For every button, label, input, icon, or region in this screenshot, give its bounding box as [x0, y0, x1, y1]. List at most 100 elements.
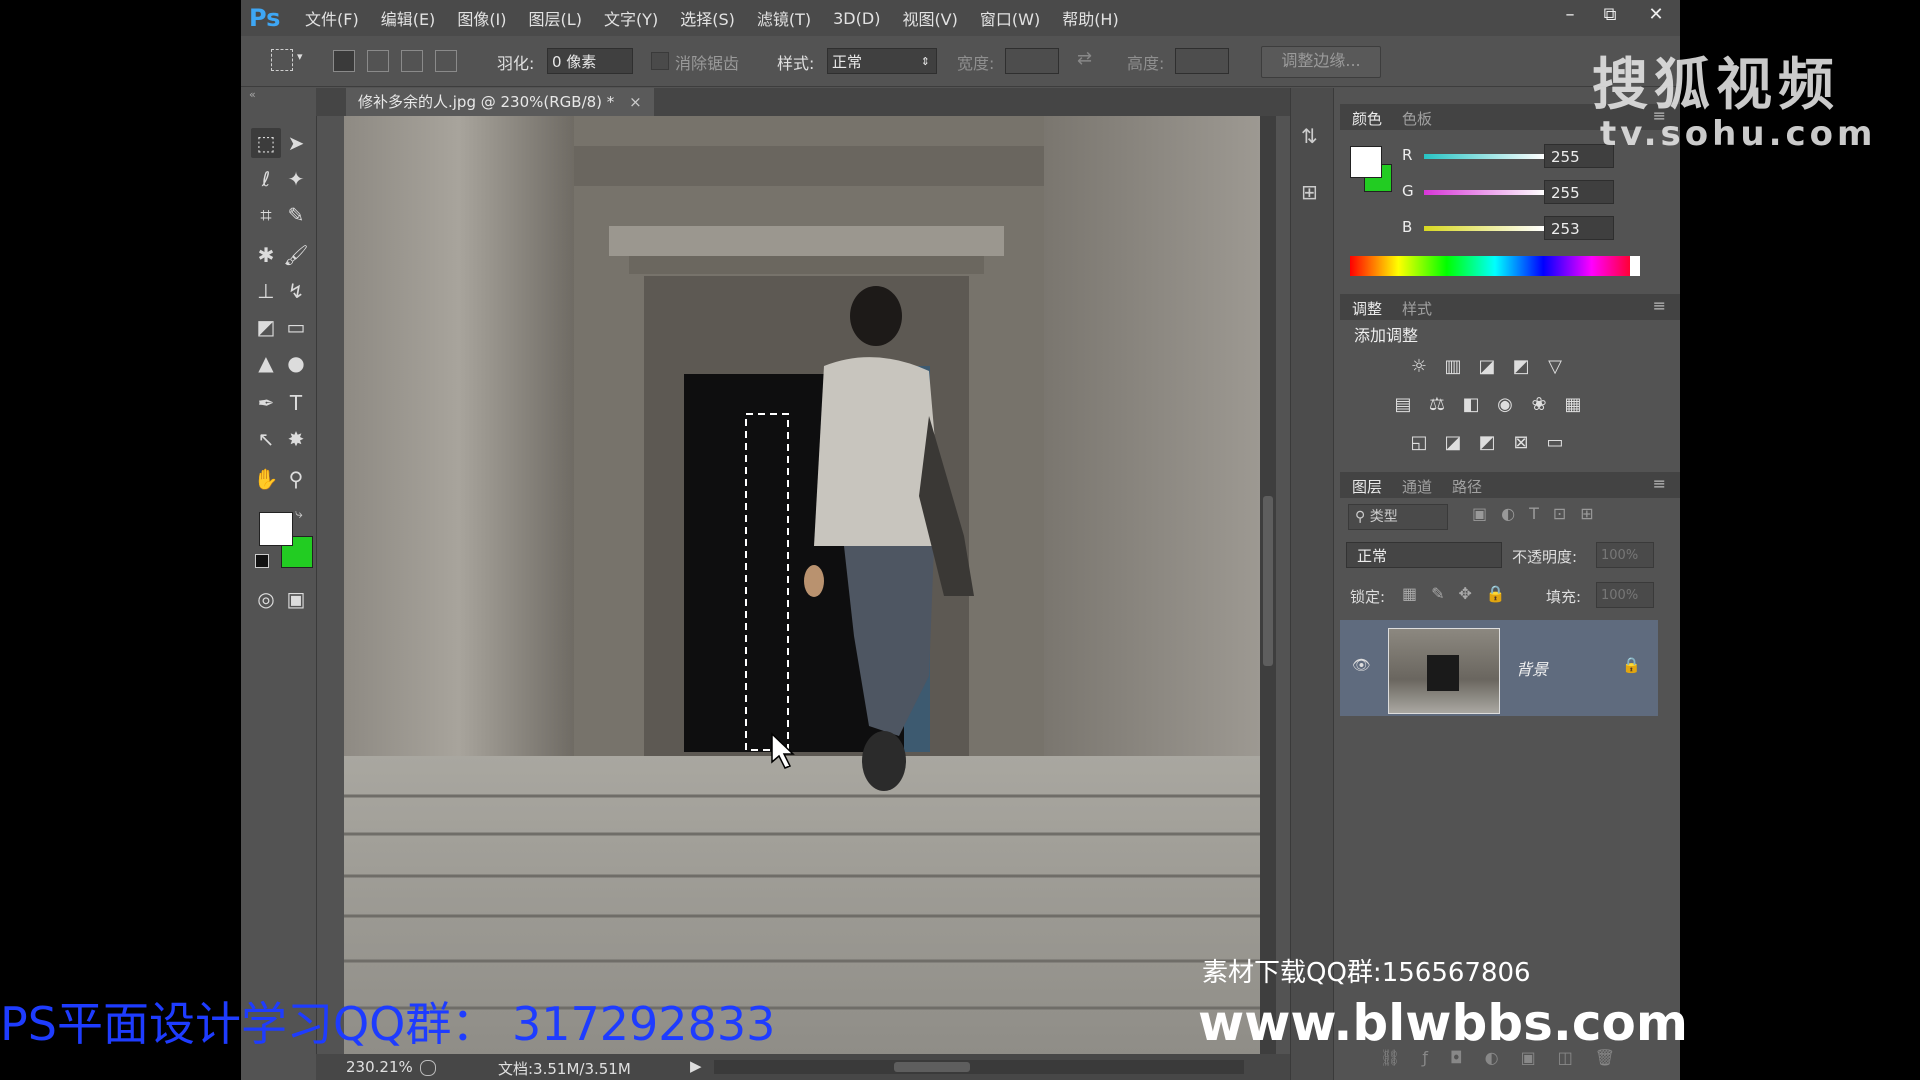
- style-select[interactable]: 正常 ⇕: [827, 48, 937, 74]
- menu-select[interactable]: 选择(S): [680, 6, 735, 30]
- green-slider[interactable]: [1424, 190, 1544, 195]
- threshold-icon[interactable]: ◩: [1474, 430, 1500, 456]
- restore-button[interactable]: ⧉: [1591, 2, 1629, 28]
- antialias-checkbox[interactable]: [651, 52, 669, 70]
- document-canvas[interactable]: [344, 116, 1260, 1054]
- tab-styles[interactable]: 样式: [1402, 298, 1432, 319]
- width-input[interactable]: [1005, 48, 1059, 74]
- crop-tool-icon[interactable]: ⌗: [251, 200, 281, 230]
- color-lookup-icon[interactable]: ▦: [1560, 392, 1586, 418]
- shape-tool-icon[interactable]: ✸: [281, 424, 311, 454]
- properties-panel-icon[interactable]: ⊞: [1301, 180, 1318, 204]
- magic-wand-tool-icon[interactable]: ✦: [281, 164, 311, 194]
- pen-tool-icon[interactable]: ✒: [251, 388, 281, 418]
- posterize-icon[interactable]: ◪: [1440, 430, 1466, 456]
- dodge-tool-icon[interactable]: ●: [281, 348, 311, 378]
- menu-filter[interactable]: 滤镜(T): [757, 6, 811, 30]
- foreground-color-swatch[interactable]: [259, 512, 293, 546]
- channel-mixer-icon[interactable]: ❀: [1526, 392, 1552, 418]
- new-selection-icon[interactable]: [333, 50, 355, 72]
- history-brush-tool-icon[interactable]: ↯: [281, 276, 311, 306]
- tab-color[interactable]: 颜色: [1352, 108, 1382, 129]
- levels-icon[interactable]: ▥: [1440, 354, 1466, 380]
- play-icon[interactable]: ▶: [690, 1057, 702, 1075]
- blend-mode-select[interactable]: 正常: [1346, 542, 1502, 568]
- layer-name[interactable]: 背景: [1516, 656, 1548, 680]
- color-spectrum-bar[interactable]: [1350, 256, 1640, 276]
- collapse-icon[interactable]: «: [249, 88, 256, 101]
- menu-window[interactable]: 窗口(W): [980, 6, 1040, 30]
- gradient-map-icon[interactable]: ▭: [1542, 430, 1568, 456]
- menu-file[interactable]: 文件(F): [305, 6, 359, 30]
- layer-filter-select[interactable]: ⚲ 类型: [1348, 504, 1448, 530]
- subtract-selection-icon[interactable]: [401, 50, 423, 72]
- layers-menu-icon[interactable]: ≡: [1653, 474, 1666, 493]
- height-input[interactable]: [1175, 48, 1229, 74]
- blue-value[interactable]: 253: [1544, 216, 1614, 240]
- zoom-level[interactable]: 230.21%: [346, 1058, 413, 1076]
- close-tab-icon[interactable]: ×: [629, 93, 642, 111]
- tab-swatches[interactable]: 色板: [1402, 108, 1432, 129]
- screen-mode-icon[interactable]: ▣: [281, 584, 311, 614]
- green-value[interactable]: 255: [1544, 180, 1614, 204]
- red-slider[interactable]: [1424, 154, 1544, 159]
- hand-tool-icon[interactable]: ✋: [251, 464, 281, 494]
- adjustments-menu-icon[interactable]: ≡: [1653, 296, 1666, 315]
- feather-input[interactable]: 0 像素: [547, 48, 633, 74]
- tab-channels[interactable]: 通道: [1402, 476, 1432, 497]
- swap-colors-icon[interactable]: ⤷: [295, 506, 303, 522]
- vertical-scrollbar[interactable]: [1260, 116, 1276, 1054]
- layer-row[interactable]: 👁 背景 🔒: [1340, 620, 1658, 716]
- type-tool-icon[interactable]: T: [281, 388, 311, 418]
- fill-input[interactable]: 100%: [1596, 582, 1654, 608]
- menu-view[interactable]: 视图(V): [902, 6, 957, 30]
- minimize-button[interactable]: –: [1551, 2, 1589, 28]
- spot-healing-tool-icon[interactable]: ✱: [251, 240, 281, 270]
- move-tool-icon[interactable]: ➤: [281, 128, 311, 158]
- color-balance-icon[interactable]: ⚖: [1424, 392, 1450, 418]
- vertical-scroll-thumb[interactable]: [1263, 496, 1273, 666]
- curves-icon[interactable]: ◪: [1474, 354, 1500, 380]
- blur-tool-icon[interactable]: ▲: [251, 348, 281, 378]
- menu-3d[interactable]: 3D(D): [833, 9, 880, 28]
- refine-edge-button[interactable]: 调整边缘...: [1261, 46, 1381, 78]
- history-panel-icon[interactable]: ⇅: [1301, 124, 1318, 148]
- menu-type[interactable]: 文字(Y): [604, 6, 658, 30]
- tab-paths[interactable]: 路径: [1452, 476, 1482, 497]
- blue-slider[interactable]: [1424, 226, 1544, 231]
- share-icon[interactable]: [420, 1060, 436, 1076]
- default-colors-icon[interactable]: [255, 554, 269, 568]
- quick-mask-icon[interactable]: ◎: [251, 584, 281, 614]
- preset-dropdown-icon[interactable]: ▾: [297, 50, 303, 63]
- eyedropper-tool-icon[interactable]: ✎: [281, 200, 311, 230]
- add-selection-icon[interactable]: [367, 50, 389, 72]
- invert-icon[interactable]: ◱: [1406, 430, 1432, 456]
- close-button[interactable]: ✕: [1637, 2, 1675, 28]
- lasso-tool-icon[interactable]: ℓ: [251, 164, 281, 194]
- layer-filter-icons[interactable]: ▣◐T⊡⊞: [1472, 504, 1608, 523]
- opacity-input[interactable]: 100%: [1596, 542, 1654, 568]
- lock-icons[interactable]: ▦✎✥🔒: [1402, 584, 1520, 603]
- rect-marquee-preset-icon[interactable]: [271, 49, 293, 71]
- rect-marquee-tool-icon[interactable]: ⬚: [251, 128, 281, 158]
- path-selection-tool-icon[interactable]: ↖: [251, 424, 281, 454]
- vibrance-icon[interactable]: ▽: [1542, 354, 1568, 380]
- horizontal-scroll-thumb[interactable]: [894, 1062, 970, 1072]
- document-tab[interactable]: 修补多余的人.jpg @ 230%(RGB/8) * ×: [346, 88, 654, 116]
- spectrum-white[interactable]: [1630, 256, 1640, 276]
- menu-help[interactable]: 帮助(H): [1062, 6, 1119, 30]
- exposure-icon[interactable]: ◩: [1508, 354, 1534, 380]
- tab-adjustments[interactable]: 调整: [1352, 298, 1382, 319]
- black-white-icon[interactable]: ◧: [1458, 392, 1484, 418]
- menu-edit[interactable]: 编辑(E): [381, 6, 436, 30]
- zoom-tool-icon[interactable]: ⚲: [281, 464, 311, 494]
- tab-layers[interactable]: 图层: [1352, 476, 1382, 497]
- menu-image[interactable]: 图像(I): [457, 6, 506, 30]
- clone-stamp-tool-icon[interactable]: ⊥: [251, 276, 281, 306]
- intersect-selection-icon[interactable]: [435, 50, 457, 72]
- brightness-icon[interactable]: ☼: [1406, 354, 1432, 380]
- swap-dimensions-icon[interactable]: ⇄: [1077, 48, 1092, 69]
- selective-color-icon[interactable]: ⊠: [1508, 430, 1534, 456]
- brush-tool-icon[interactable]: 🖌: [281, 240, 311, 270]
- horizontal-scrollbar[interactable]: [714, 1060, 1244, 1074]
